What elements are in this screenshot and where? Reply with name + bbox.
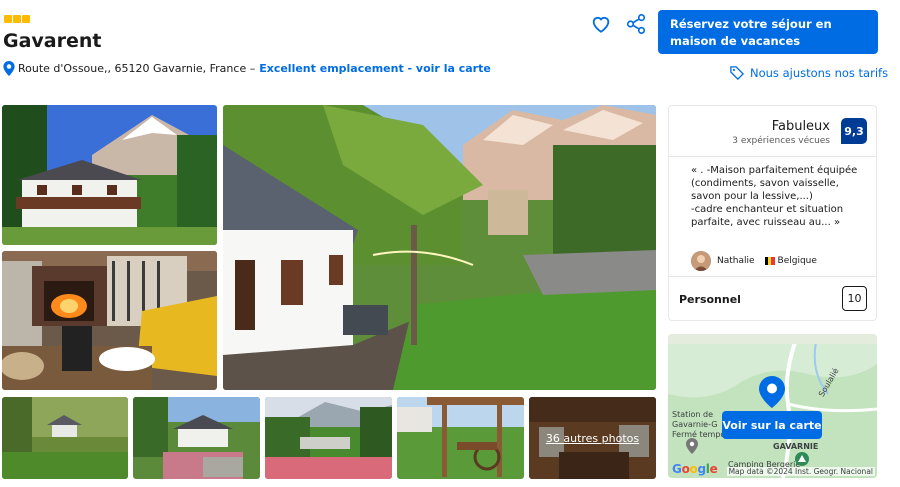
photo-main-garden[interactable]: [223, 105, 656, 390]
photo-thumb-more[interactable]: 36 autres photos: [529, 397, 656, 479]
review-quote: « . -Maison parfaitement équipée (condim…: [691, 165, 858, 228]
reviewer-info: Nathalie Belgique: [691, 251, 817, 271]
belgium-flag-icon: [764, 257, 775, 265]
photo-living-room-fireplace[interactable]: [2, 251, 217, 390]
review-label: Fabuleux: [771, 119, 830, 134]
photo-thumb-garden[interactable]: [133, 397, 260, 479]
share-button[interactable]: [625, 13, 647, 35]
map-pin-icon: [759, 376, 785, 408]
location-map-link[interactable]: Excellent emplacement - voir la carte: [259, 62, 491, 75]
review-score-badge: 9,3: [841, 118, 867, 144]
reserve-button[interactable]: Réservez votre séjour en maison de vacan…: [658, 10, 878, 54]
map-label: Fermé tempo: [672, 430, 726, 439]
address-row: Route d'Ossoue,, 65120 Gavarnie, France …: [3, 61, 491, 76]
favorite-button[interactable]: [590, 13, 612, 35]
avatar: [691, 251, 711, 271]
map-place-icon: [686, 438, 698, 454]
share-icon: [626, 14, 646, 34]
location-pin-icon: [3, 61, 15, 76]
map-label: GAVARNIE: [773, 442, 819, 451]
tag-icon: [730, 66, 744, 80]
google-logo: Google: [672, 462, 718, 476]
more-photos-link[interactable]: 36 autres photos: [529, 397, 656, 479]
photo-thumb-cart[interactable]: [397, 397, 524, 479]
map-label: Gavarnie-G: [672, 420, 718, 429]
map-attribution: Map data ©2024 Inst. Geogr. Nacional: [726, 467, 875, 476]
heart-icon: [592, 16, 610, 33]
map-preview[interactable]: Station de Gavarnie-G Fermé tempo GAVARN…: [668, 334, 877, 478]
star-icon: [13, 15, 21, 23]
category-label: Personnel: [679, 293, 741, 306]
review-header: Fabuleux 3 expériences vécues 9,3: [669, 106, 876, 156]
price-match-link[interactable]: Nous ajustons nos tarifs: [730, 66, 888, 80]
view-on-map-button[interactable]: Voir sur la carte: [722, 411, 822, 439]
address-text: Route d'Ossoue,, 65120 Gavarnie, France …: [18, 62, 256, 75]
category-score: 10: [842, 286, 867, 311]
photo-chalet-exterior[interactable]: [2, 105, 217, 245]
reviewer-name: Nathalie: [717, 256, 755, 266]
divider: [669, 276, 876, 277]
star-rating: [4, 15, 30, 23]
reviewer-country: Belgique: [777, 256, 817, 266]
star-icon: [22, 15, 30, 23]
campground-icon: [795, 452, 809, 466]
property-title: Gavarent: [3, 30, 102, 52]
map-label: Station de: [672, 410, 713, 419]
divider: [669, 156, 876, 157]
review-count: 3 expériences vécues: [732, 136, 830, 146]
photo-thumb-forest[interactable]: [2, 397, 128, 479]
review-card[interactable]: Fabuleux 3 expériences vécues 9,3 « . -M…: [668, 105, 877, 321]
photo-thumb-terrace[interactable]: [265, 397, 392, 479]
price-match-label: Nous ajustons nos tarifs: [750, 66, 889, 80]
star-icon: [4, 15, 12, 23]
